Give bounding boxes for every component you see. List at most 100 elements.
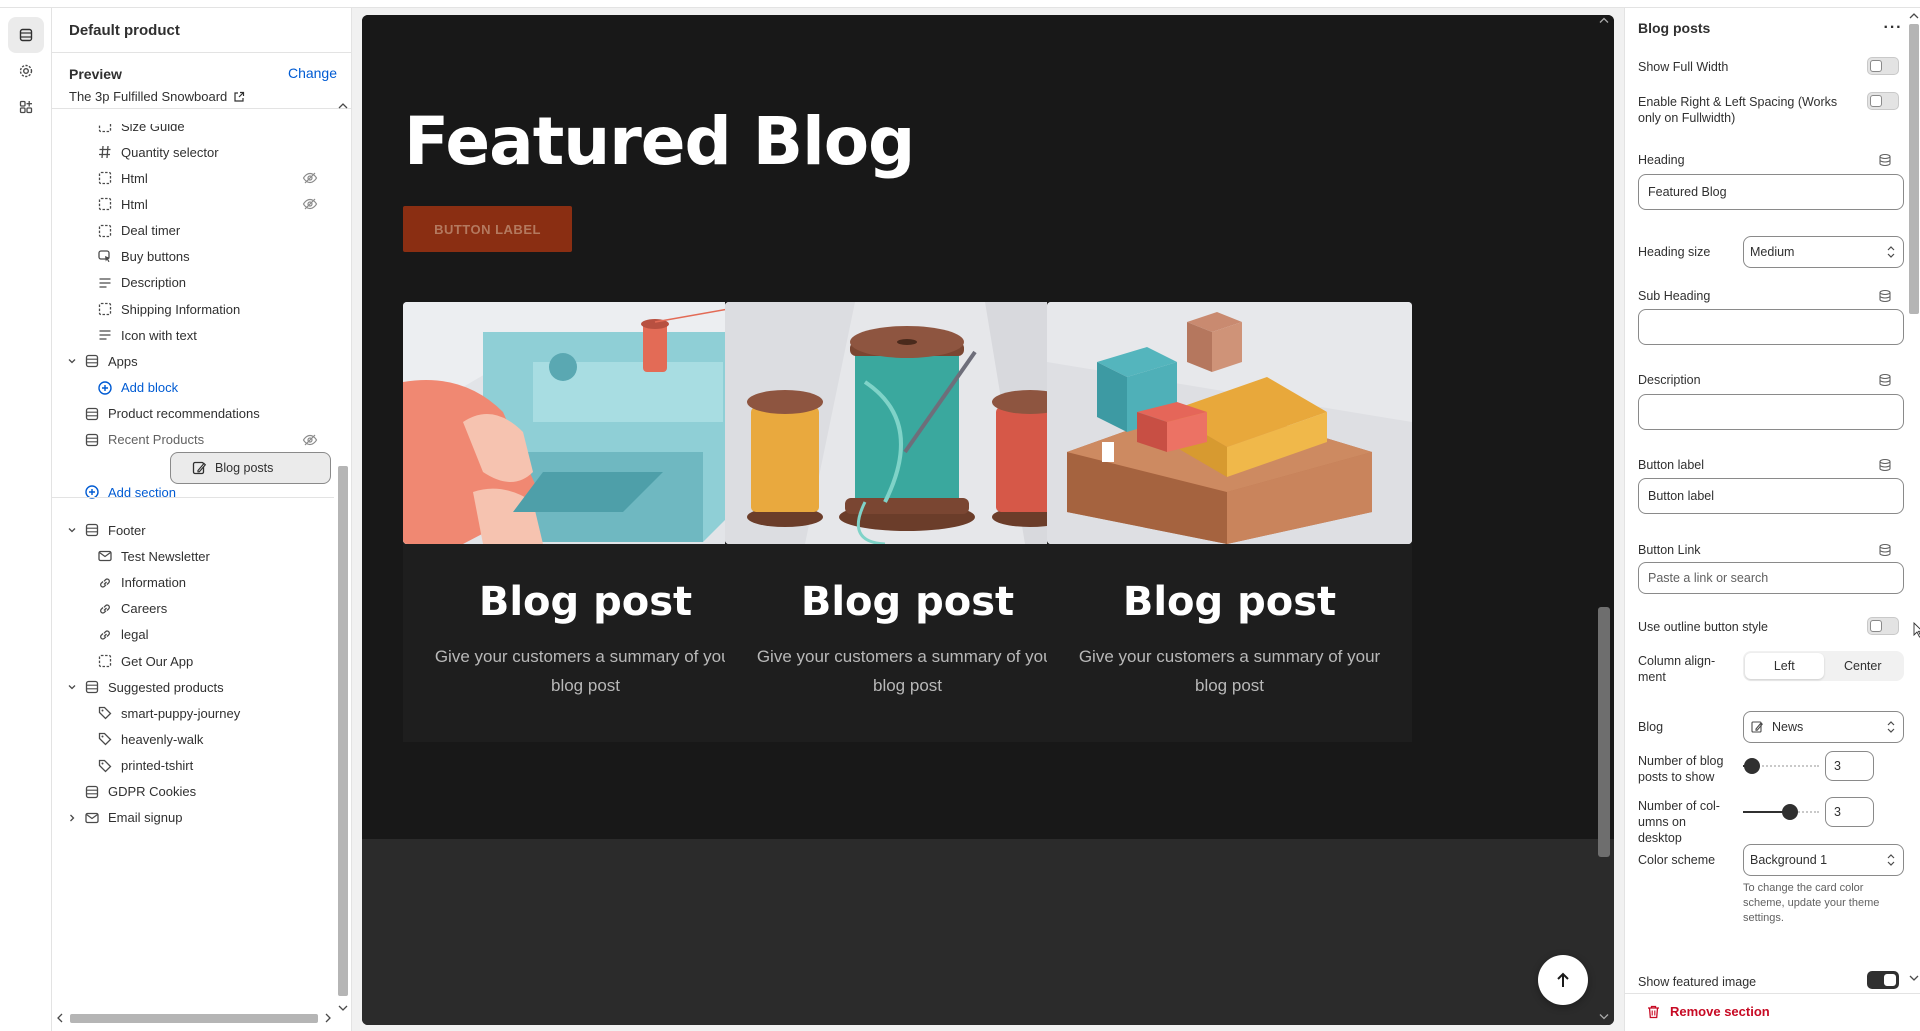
tree-item-recent-products[interactable]: Recent Products <box>64 426 326 454</box>
blog-card-summary: Give your customers a summary of your bl… <box>434 647 737 695</box>
tree-item-buy-buttons[interactable]: Buy buttons <box>64 243 326 271</box>
slider-handle[interactable] <box>1782 804 1799 820</box>
button-label-input[interactable]: Button label <box>1638 478 1904 514</box>
sidebar-hscrollbar[interactable] <box>52 1011 336 1025</box>
button-link-input[interactable]: Paste a link or search <box>1638 562 1904 594</box>
tree-item-apps[interactable]: Apps <box>64 347 326 375</box>
chevron-right-icon[interactable] <box>66 812 78 824</box>
mail-icon <box>97 548 113 564</box>
external-link-icon[interactable] <box>233 91 245 103</box>
scrollbar-thumb[interactable] <box>338 466 348 996</box>
top-bar <box>0 0 1920 8</box>
heading-size-select[interactable]: Medium <box>1743 236 1904 268</box>
spacing-toggle[interactable] <box>1867 92 1899 110</box>
columns-slider[interactable] <box>1743 804 1819 820</box>
tree-item-gdpr-cookies[interactable]: GDPR Cookies <box>64 778 326 806</box>
outline-style-toggle[interactable] <box>1867 617 1899 635</box>
blog-card-title: Blog post <box>1122 579 1337 625</box>
posts-count-slider[interactable] <box>1743 758 1819 774</box>
align-center-option[interactable]: Center <box>1824 653 1903 679</box>
tree-item-description[interactable]: Description <box>64 269 326 297</box>
scroll-to-top-button[interactable] <box>1538 955 1588 1005</box>
preview-product[interactable]: The 3p Fulfilled Snowboard <box>69 89 245 104</box>
button-link-label: Button Link <box>1638 543 1701 557</box>
tree-item-heavenly-walk[interactable]: heavenly-walk <box>64 725 326 753</box>
scroll-down-icon[interactable] <box>338 1004 348 1012</box>
tree-item-printed-tshirt[interactable]: printed-tshirt <box>64 752 326 780</box>
tree-item-label: printed-tshirt <box>121 758 194 774</box>
scroll-up-icon[interactable] <box>1599 17 1609 24</box>
remove-section-button[interactable]: Remove section <box>1647 1004 1770 1019</box>
tree-item-information[interactable]: Information <box>64 569 326 597</box>
blog-card[interactable]: Blog post Give your customers a summary … <box>1047 302 1412 742</box>
tree-item-get-our-app[interactable]: Get Our App <box>64 647 326 675</box>
blog-select[interactable]: News <box>1743 711 1904 743</box>
scrollbar-thumb[interactable] <box>1909 24 1919 314</box>
scroll-up-icon[interactable] <box>1909 12 1919 20</box>
tree-item-test-newsletter[interactable]: Test Newsletter <box>64 542 326 570</box>
sections-icon[interactable] <box>8 17 44 53</box>
tree-item-smart-puppy-journey[interactable]: smart-puppy-journey <box>64 699 326 727</box>
canvas-scrollbar[interactable] <box>1596 15 1612 1025</box>
show-full-width-toggle[interactable] <box>1867 57 1899 75</box>
heading-input[interactable]: Featured Blog <box>1638 174 1904 210</box>
dynamic-source-icon[interactable] <box>1878 153 1892 167</box>
next-section[interactable] <box>362 839 1614 1025</box>
tree-item-careers[interactable]: Careers <box>64 595 326 623</box>
dynamic-source-icon[interactable] <box>1878 458 1892 472</box>
panel-scrollbar[interactable] <box>1907 8 1920 993</box>
tree-item-email-signup[interactable]: Email signup <box>64 804 326 832</box>
eye-off-icon[interactable] <box>302 170 318 186</box>
preview-label: Preview <box>69 66 122 82</box>
tree-item-legal[interactable]: legal <box>64 621 326 649</box>
slider-handle[interactable] <box>1744 758 1761 774</box>
add-block-button[interactable]: Add block <box>64 374 326 402</box>
posts-count-input[interactable]: 3 <box>1825 751 1874 781</box>
columns-input[interactable]: 3 <box>1825 797 1874 827</box>
tree-item-footer[interactable]: Footer <box>64 516 326 544</box>
settings-gear-icon[interactable] <box>8 53 44 89</box>
scroll-left-icon[interactable] <box>56 1013 64 1023</box>
chevron-down-icon[interactable] <box>66 355 78 367</box>
tree-item-quantity-selector[interactable]: Quantity selector <box>64 138 326 166</box>
page-title: Default product <box>69 22 180 39</box>
description-input[interactable] <box>1638 394 1904 430</box>
more-options-icon[interactable]: ··· <box>1881 16 1905 40</box>
tree-item-suggested-products[interactable]: Suggested products <box>64 673 326 701</box>
tree-item-shipping-information[interactable]: Shipping Information <box>64 295 326 323</box>
scroll-down-icon[interactable] <box>1599 1013 1609 1020</box>
add-section-button[interactable]: Add section <box>64 478 326 506</box>
blog-posts-section[interactable]: Featured Blog BUTTON LABEL Blog post Giv… <box>362 15 1614 839</box>
chevron-down-icon[interactable] <box>66 681 78 693</box>
scroll-down-icon[interactable] <box>1909 974 1919 982</box>
tree-item-html[interactable]: Html <box>64 164 326 192</box>
column-alignment-label: Column align-ment <box>1638 654 1716 684</box>
change-preview-button[interactable]: Change <box>288 65 337 81</box>
blog-card[interactable]: Blog post Give your customers a summary … <box>725 302 1090 742</box>
tree-item-html[interactable]: Html <box>64 190 326 218</box>
column-alignment-segmented[interactable]: Left Center <box>1743 651 1904 681</box>
featured-image-toggle[interactable] <box>1867 971 1899 989</box>
dynamic-source-icon[interactable] <box>1878 289 1892 303</box>
tree-item-deal-timer[interactable]: Deal timer <box>64 217 326 245</box>
hscrollbar-thumb[interactable] <box>70 1014 318 1023</box>
blog-card[interactable]: Blog post Give your customers a summary … <box>403 302 768 742</box>
chevron-down-icon[interactable] <box>66 524 78 536</box>
dynamic-source-icon[interactable] <box>1878 373 1892 387</box>
scroll-right-icon[interactable] <box>324 1013 332 1023</box>
tree-item-label: Icon with text <box>121 327 197 343</box>
scroll-up-icon[interactable] <box>338 102 348 110</box>
color-scheme-select[interactable]: Background 1 <box>1743 844 1904 876</box>
dynamic-source-icon[interactable] <box>1878 543 1892 557</box>
tree-item-icon-with-text[interactable]: Icon with text <box>64 321 326 349</box>
eye-off-icon[interactable] <box>302 196 318 212</box>
settings-panel: Blog posts ··· Show Full Width Enable Ri… <box>1624 8 1920 1031</box>
scrollbar-thumb[interactable] <box>1598 607 1610 857</box>
eye-off-icon[interactable] <box>302 432 318 448</box>
apps-icon[interactable] <box>8 89 44 125</box>
sidebar-scrollbar[interactable] <box>336 103 350 1011</box>
section-cta-button[interactable]: BUTTON LABEL <box>403 206 572 252</box>
align-left-option[interactable]: Left <box>1745 653 1824 679</box>
sub-heading-input[interactable] <box>1638 309 1904 345</box>
tree-item-product-recommendations[interactable]: Product recommendations <box>64 400 326 428</box>
